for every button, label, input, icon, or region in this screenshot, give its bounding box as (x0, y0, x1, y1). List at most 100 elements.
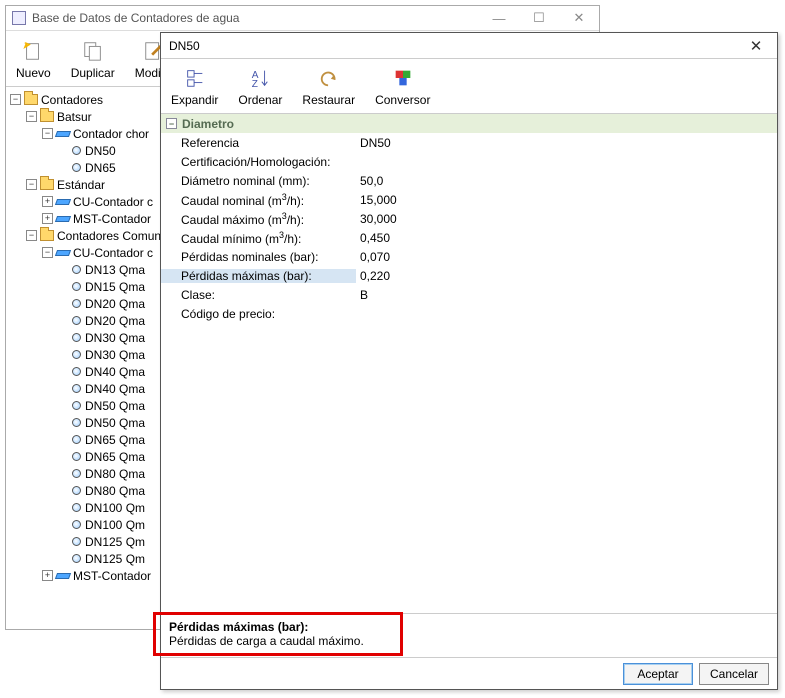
expandir-button[interactable]: Expandir (161, 59, 228, 113)
nuevo-button[interactable]: Nuevo (6, 31, 61, 86)
property-label: Código de precio: (161, 307, 356, 321)
item-icon (72, 435, 81, 444)
property-row[interactable]: Pérdidas máximas (bar):0,220 (161, 266, 777, 285)
item-icon (72, 469, 81, 478)
tree-label: DN100 Qm (85, 501, 145, 515)
item-icon (72, 486, 81, 495)
item-icon (72, 163, 81, 172)
tree-label: DN125 Qm (85, 552, 145, 566)
new-icon (22, 40, 44, 62)
tree-toggle[interactable]: + (42, 213, 53, 224)
item-icon (72, 452, 81, 461)
cancel-button[interactable]: Cancelar (699, 663, 769, 685)
close-button[interactable]: ✕ (559, 10, 599, 26)
tree-label: CU-Contador c (73, 246, 153, 260)
property-label: Certificación/Homologación: (161, 155, 356, 169)
tree-toggle[interactable]: − (42, 247, 53, 258)
tree-toggle[interactable]: − (26, 230, 37, 241)
item-icon (72, 537, 81, 546)
item-icon (72, 418, 81, 427)
tree-label: DN50 Qma (85, 416, 145, 430)
property-value[interactable]: 50,0 (356, 174, 777, 188)
property-row[interactable]: Pérdidas nominales (bar):0,070 (161, 247, 777, 266)
folder-icon (24, 94, 38, 105)
property-label: Pérdidas máximas (bar): (161, 269, 356, 283)
tree-label: DN15 Qma (85, 280, 145, 294)
property-row[interactable]: Diámetro nominal (mm):50,0 (161, 171, 777, 190)
property-row[interactable]: Caudal máximo (m3/h):30,000 (161, 209, 777, 228)
tree-label: DN20 Qma (85, 297, 145, 311)
restaurar-label: Restaurar (302, 93, 355, 107)
duplicar-button[interactable]: Duplicar (61, 31, 125, 86)
item-icon (72, 520, 81, 529)
tree-label: DN80 Qma (85, 467, 145, 481)
property-value[interactable]: DN50 (356, 136, 777, 150)
item-icon (72, 503, 81, 512)
main-titlebar: Base de Datos de Contadores de agua — ☐ … (6, 6, 599, 31)
maximize-button[interactable]: ☐ (519, 10, 559, 26)
dialog-toolbar: Expandir AZ Ordenar Restaurar Conversor (161, 59, 777, 114)
dialog-titlebar: DN50 ✕ (161, 33, 777, 59)
property-row[interactable]: Caudal nominal (m3/h):15,000 (161, 190, 777, 209)
meter-icon (55, 131, 71, 137)
property-value[interactable]: 15,000 (356, 193, 777, 207)
dialog-title: DN50 (169, 39, 200, 53)
property-list: ReferenciaDN50Certificación/Homologación… (161, 133, 777, 613)
svg-text:Z: Z (252, 79, 258, 89)
meter-icon (55, 250, 71, 256)
conversor-button[interactable]: Conversor (365, 59, 440, 113)
tree-toggle[interactable]: − (26, 179, 37, 190)
property-value[interactable]: 0,070 (356, 250, 777, 264)
property-label: Referencia (161, 136, 356, 150)
conversor-label: Conversor (375, 93, 430, 107)
section-header[interactable]: − Diametro (161, 114, 777, 133)
item-icon (72, 401, 81, 410)
tree-label: DN65 (85, 161, 116, 175)
ordenar-button[interactable]: AZ Ordenar (228, 59, 292, 113)
item-icon (72, 282, 81, 291)
undo-icon (318, 67, 340, 89)
tree-label: MST-Contador (73, 569, 151, 583)
dialog-content: − Diametro ReferenciaDN50Certificación/H… (161, 114, 777, 613)
tree-label: Contadores Comun (57, 229, 161, 243)
tree-toggle[interactable]: − (26, 111, 37, 122)
ok-button[interactable]: Aceptar (623, 663, 693, 685)
property-value[interactable]: 0,220 (356, 269, 777, 283)
collapse-icon[interactable]: − (166, 118, 177, 129)
tree-toggle[interactable]: + (42, 196, 53, 207)
property-value[interactable]: 0,450 (356, 231, 777, 245)
minimize-button[interactable]: — (479, 11, 519, 26)
folder-icon (40, 230, 54, 241)
property-label: Pérdidas nominales (bar): (161, 250, 356, 264)
tree-label: DN30 Qma (85, 331, 145, 345)
property-row[interactable]: Caudal mínimo (m3/h):0,450 (161, 228, 777, 247)
property-row[interactable]: ReferenciaDN50 (161, 133, 777, 152)
meter-icon (55, 216, 71, 222)
tree-toggle[interactable]: + (42, 570, 53, 581)
item-icon (72, 350, 81, 359)
tree-label: Batsur (57, 110, 92, 124)
app-icon (12, 11, 26, 25)
properties-dialog: DN50 ✕ Expandir AZ Ordenar Restaurar Con… (160, 32, 778, 690)
dialog-close-button[interactable]: ✕ (735, 37, 777, 55)
tree-toggle[interactable]: − (42, 128, 53, 139)
tree-label: CU-Contador c (73, 195, 153, 209)
property-row[interactable]: Certificación/Homologación: (161, 152, 777, 171)
tree-label: DN40 Qma (85, 382, 145, 396)
tree-toggle[interactable]: − (10, 94, 21, 105)
property-label: Diámetro nominal (mm): (161, 174, 356, 188)
property-value[interactable]: B (356, 288, 777, 302)
nuevo-label: Nuevo (16, 66, 51, 80)
item-icon (72, 265, 81, 274)
property-value[interactable]: 30,000 (356, 212, 777, 226)
tree-label: DN30 Qma (85, 348, 145, 362)
property-row[interactable]: Código de precio: (161, 304, 777, 323)
tree-label: DN13 Qma (85, 263, 145, 277)
property-row[interactable]: Clase:B (161, 285, 777, 304)
tree-label: DN50 Qma (85, 399, 145, 413)
item-icon (72, 554, 81, 563)
folder-icon (40, 111, 54, 122)
restaurar-button[interactable]: Restaurar (292, 59, 365, 113)
item-icon (72, 146, 81, 155)
item-icon (72, 299, 81, 308)
